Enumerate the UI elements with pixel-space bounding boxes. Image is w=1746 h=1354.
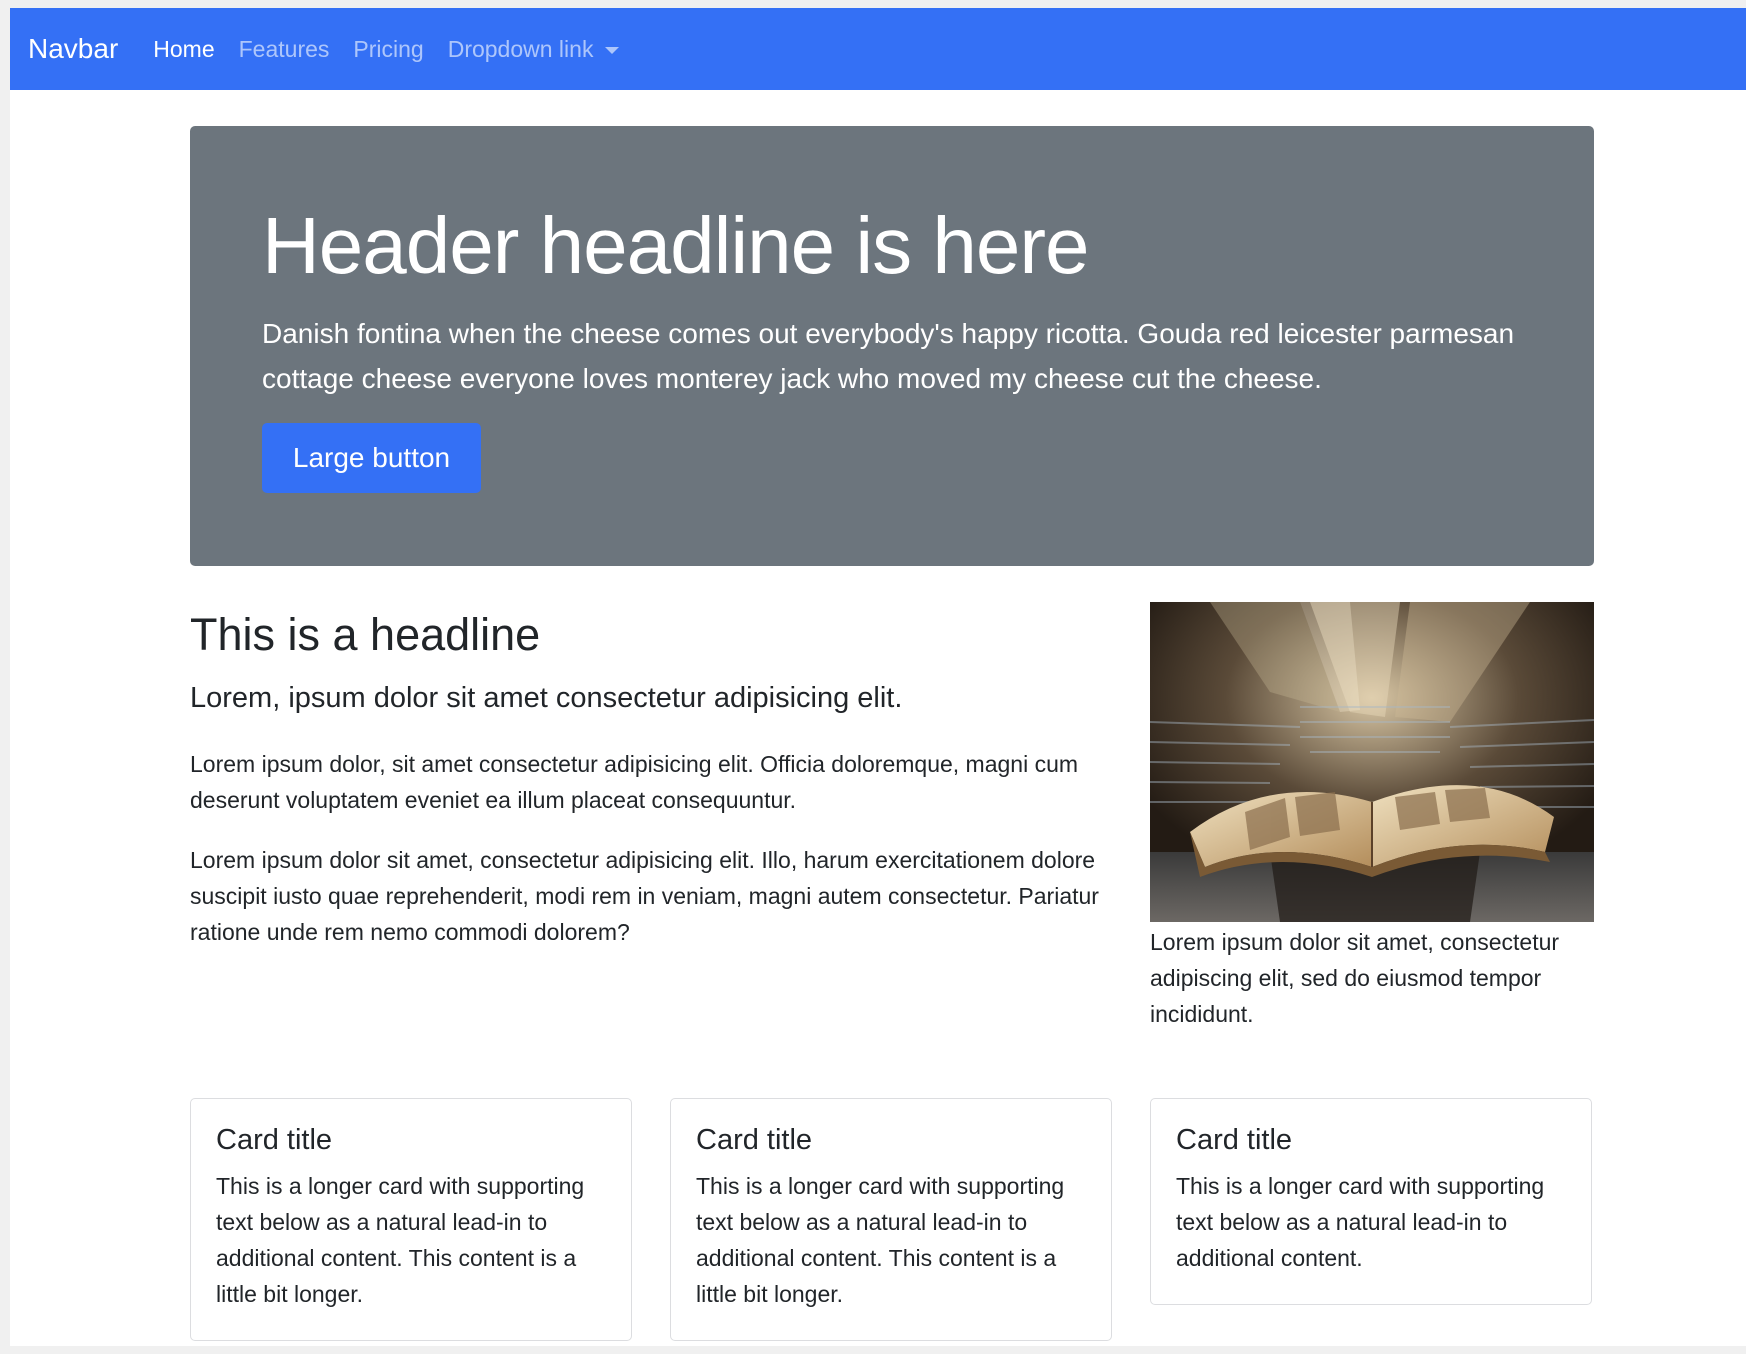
card-text: This is a longer card with supporting te…: [696, 1172, 1065, 1307]
hero-title: Header headline is here: [262, 201, 1089, 290]
card-title: Card title: [696, 1124, 813, 1156]
card-title: Card title: [1176, 1124, 1293, 1156]
page-viewport: Navbar Home Features Pricing Dropdown li…: [10, 8, 1746, 1346]
window-bottom-edge: [0, 1346, 1746, 1354]
figure: Lorem ipsum dolor sit amet, consectetur …: [1150, 602, 1594, 1032]
article-headline: This is a headline: [190, 609, 541, 660]
open-book-photo: [1150, 602, 1594, 922]
article-paragraph: Lorem ipsum dolor, sit amet consectetur …: [190, 751, 1079, 813]
navbar-brand[interactable]: Navbar: [28, 33, 118, 65]
nav-link-features[interactable]: Features: [239, 36, 330, 63]
hero-jumbotron: Header headline is here Danish fontina w…: [190, 126, 1594, 566]
article-lead: Lorem, ipsum dolor sit amet consectetur …: [190, 682, 903, 714]
navbar: Navbar Home Features Pricing Dropdown li…: [10, 8, 1746, 90]
card-title: Card title: [216, 1124, 333, 1156]
nav-link-home[interactable]: Home: [153, 36, 214, 63]
nav-link-pricing[interactable]: Pricing: [353, 36, 423, 63]
card: Card title This is a longer card with su…: [1150, 1098, 1592, 1305]
hero-lead: Danish fontina when the cheese comes out…: [262, 318, 1515, 394]
large-button[interactable]: Large button: [262, 423, 481, 493]
caret-down-icon: [605, 46, 620, 54]
nav-link-dropdown[interactable]: Dropdown link: [448, 36, 620, 63]
card: Card title This is a longer card with su…: [190, 1098, 632, 1341]
card-text: This is a longer card with supporting te…: [1176, 1172, 1545, 1271]
nav-link-dropdown-label: Dropdown link: [447, 35, 594, 62]
card-text: This is a longer card with supporting te…: [216, 1172, 585, 1307]
nav-links: Home Features Pricing Dropdown link: [153, 36, 643, 63]
card: Card title This is a longer card with su…: [670, 1098, 1112, 1341]
article-paragraph: Lorem ipsum dolor sit amet, consectetur …: [190, 847, 1099, 945]
figure-caption: Lorem ipsum dolor sit amet, consectetur …: [1150, 929, 1560, 1027]
